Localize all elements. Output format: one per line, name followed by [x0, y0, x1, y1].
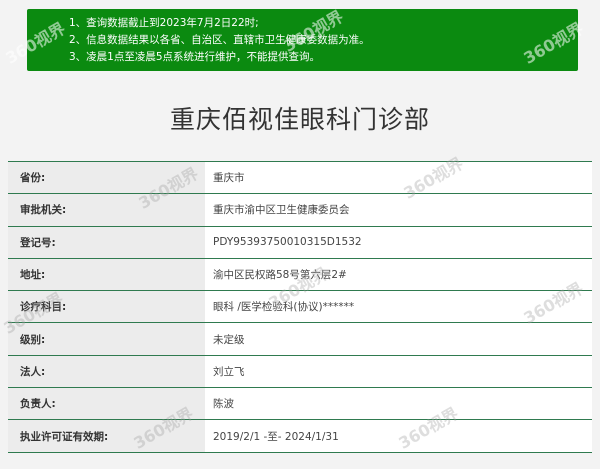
row-label: 审批机关:	[8, 194, 205, 226]
notice-line: 2、信息数据结果以各省、自治区、直辖市卫生健康委数据为准。	[69, 34, 370, 46]
table-row: 级别: 未定级	[8, 323, 592, 356]
table-row: 法人: 刘立飞	[8, 355, 592, 389]
notice-line: 3、凌晨1点至凌晨5点系统进行维护，不能提供查询。	[69, 51, 321, 63]
table-row: 地址: 渝中区民权路58号第六层2#	[8, 258, 592, 292]
row-label: 执业许可证有效期:	[8, 420, 205, 452]
table-row: 负责人: 陈波	[8, 388, 592, 421]
row-label: 诊疗科目:	[8, 291, 205, 323]
notice-banner: 1、查询数据截止到2023年7月2日22时; 2、信息数据结果以各省、自治区、直…	[27, 9, 578, 71]
row-value: 未定级	[205, 323, 592, 355]
table-row: 审批机关: 重庆市渝中区卫生健康委员会	[8, 194, 592, 227]
row-label: 登记号:	[8, 226, 205, 258]
row-value: 刘立飞	[205, 355, 592, 388]
row-value: PDY95393750010315D1532	[205, 226, 592, 258]
page-title: 重庆佰视佳眼科门诊部	[169, 105, 430, 134]
row-label: 负责人:	[8, 388, 205, 420]
info-table: 省份: 重庆市 审批机关: 重庆市渝中区卫生健康委员会 登记号: PDY9539…	[8, 161, 592, 453]
notice-line: 1、查询数据截止到2023年7月2日22时;	[69, 17, 259, 29]
row-value: 陈波	[205, 388, 592, 420]
row-value: 渝中区民权路58号第六层2#	[205, 258, 592, 291]
row-label: 法人:	[8, 355, 205, 388]
row-value: 重庆市渝中区卫生健康委员会	[205, 194, 592, 226]
row-value: 眼科 /医学检验科(协议)******	[205, 291, 592, 323]
table-row: 省份: 重庆市	[8, 162, 592, 195]
row-label: 省份:	[8, 162, 205, 194]
row-label: 级别:	[8, 323, 205, 355]
row-label: 地址:	[8, 258, 205, 291]
table-row: 诊疗科目: 眼科 /医学检验科(协议)******	[8, 291, 592, 324]
table-row: 登记号: PDY95393750010315D1532	[8, 226, 592, 259]
table-row: 执业许可证有效期: 2019/2/1 -至- 2024/1/31	[8, 420, 592, 453]
row-value: 2019/2/1 -至- 2024/1/31	[205, 420, 592, 452]
row-value: 重庆市	[205, 162, 592, 194]
